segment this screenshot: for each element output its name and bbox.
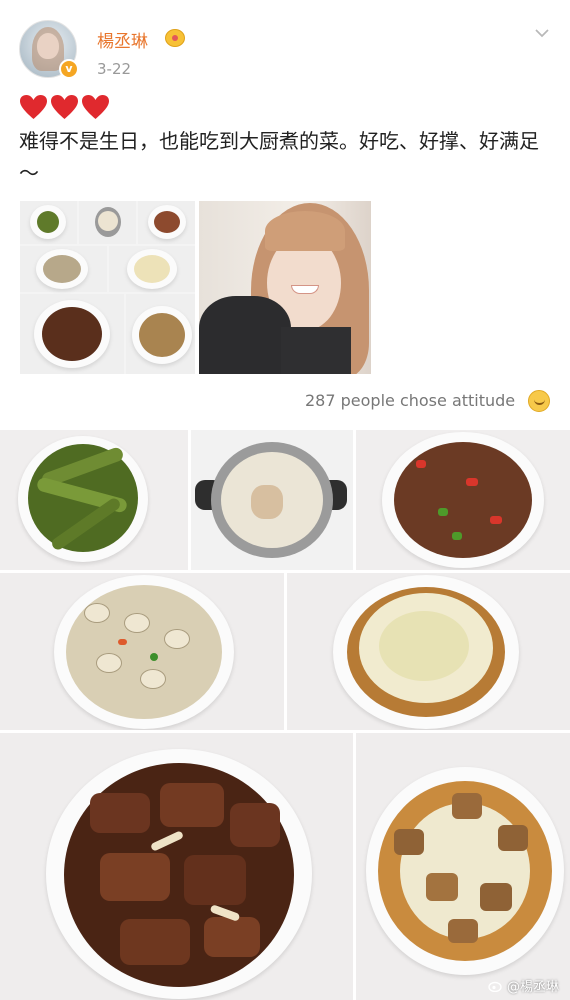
watermark: @楊丞琳 xyxy=(488,976,559,995)
crown-icon[interactable] xyxy=(165,29,185,47)
grin-emoji-icon[interactable] xyxy=(528,390,550,412)
heart-icon xyxy=(51,95,78,119)
thumb-dish-soup xyxy=(79,201,136,244)
weibo-logo-icon xyxy=(488,981,502,992)
heart-emojis xyxy=(19,94,110,121)
thumb-dish-ribs xyxy=(20,294,124,374)
photo-clams[interactable] xyxy=(0,573,284,730)
photo-ribs[interactable] xyxy=(0,733,353,1000)
watermark-text: @楊丞琳 xyxy=(507,980,560,995)
verified-badge-icon: v xyxy=(59,59,79,79)
thumb-dish-stirfry xyxy=(138,201,195,244)
avatar-face xyxy=(37,33,59,59)
chevron-down-icon[interactable] xyxy=(534,25,550,41)
heart-icon xyxy=(20,95,47,119)
thumb-dish-cabbage xyxy=(109,246,195,292)
post-text: 难得不是生日，也能吃到大厨煮的菜。好吃、好撑、好满足～ xyxy=(19,129,539,185)
photo-stirfry[interactable] xyxy=(356,430,570,570)
attitude-count[interactable]: 287 people chose attitude xyxy=(305,391,515,410)
photo-cabbage[interactable] xyxy=(287,573,570,730)
avatar[interactable]: v xyxy=(19,20,79,79)
photo-soup[interactable] xyxy=(191,430,353,570)
thumb-dish-clams xyxy=(20,246,107,292)
thumb-dish-peppers xyxy=(20,201,77,244)
photo-peppers[interactable] xyxy=(0,430,188,570)
selfie-thumbnail[interactable] xyxy=(199,201,371,374)
photo-beef-cabbage[interactable] xyxy=(356,733,570,1000)
username[interactable]: 楊丞琳 xyxy=(97,27,148,52)
post-date: 3-22 xyxy=(97,60,132,78)
collage-thumbnail[interactable] xyxy=(20,201,195,374)
heart-icon xyxy=(82,95,109,119)
thumb-dish-beef xyxy=(126,294,195,374)
